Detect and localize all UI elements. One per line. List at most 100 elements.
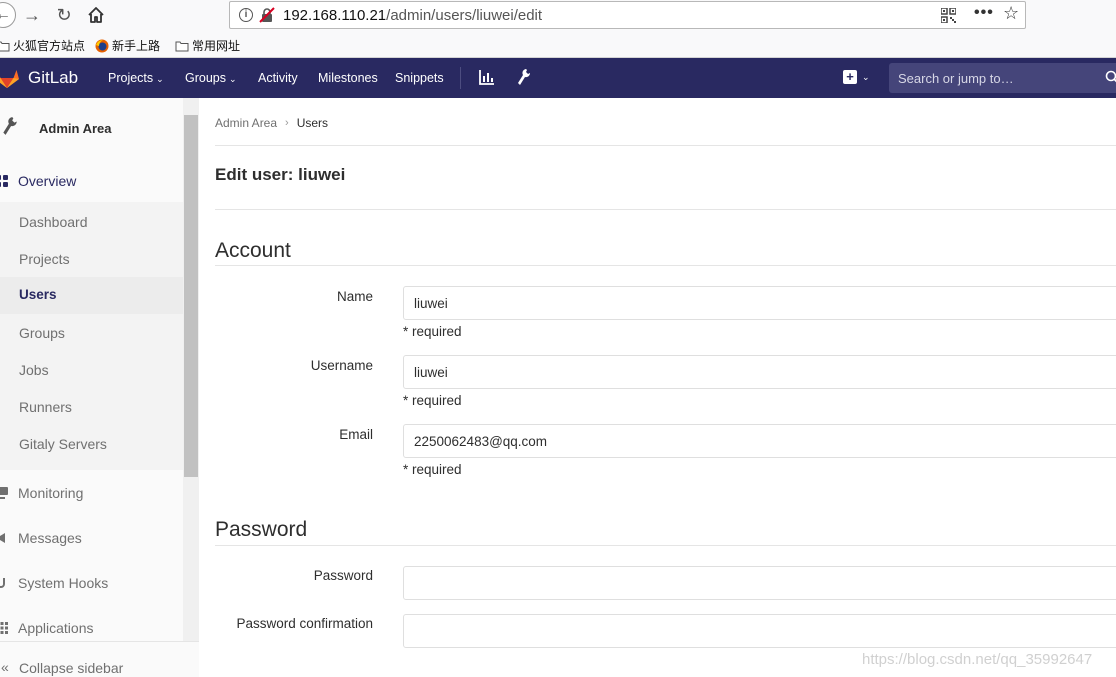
sidebar-item-projects[interactable]: Projects (0, 241, 183, 278)
bookmark-firefox-official[interactable]: 火狐官方站点 (0, 37, 85, 54)
required-hint: * required (403, 324, 462, 339)
required-hint: * required (403, 393, 462, 408)
chevron-down-icon[interactable]: ⌄ (862, 72, 870, 83)
sidebar-item-jobs[interactable]: Jobs (0, 352, 183, 389)
divider (215, 145, 1116, 146)
collapse-sidebar-button[interactable]: « Collapse sidebar (0, 641, 199, 677)
sidebar-item-overview[interactable]: Overview (0, 163, 183, 200)
chevron-down-icon: ⌄ (156, 74, 164, 84)
bookmark-label: 火狐官方站点 (13, 39, 86, 53)
breadcrumb-admin-area[interactable]: Admin Area (215, 116, 277, 130)
home-icon (88, 7, 104, 23)
sidebar-item-label: Users (19, 287, 57, 302)
firefox-icon (95, 39, 109, 52)
sidebar-item-label: Dashboard (19, 214, 88, 230)
double-chevron-left-icon: « (1, 659, 9, 675)
nav-divider (460, 67, 461, 89)
sidebar-scrollbar-thumb[interactable] (184, 115, 198, 477)
apps-grid-icon (0, 622, 8, 634)
sidebar-item-label: Overview (18, 173, 77, 189)
hook-icon (0, 578, 5, 588)
email-label: Email (339, 427, 373, 442)
folder-icon (175, 41, 189, 51)
chart-icon[interactable] (479, 69, 495, 85)
bookmark-common-sites[interactable]: 常用网址 (175, 37, 240, 54)
forward-button[interactable]: → (20, 4, 44, 26)
sidebar-item-dashboard[interactable]: Dashboard (0, 204, 183, 241)
divider (215, 209, 1116, 210)
grid-icon (0, 175, 8, 187)
bookmark-label: 新手上路 (112, 39, 161, 53)
password-field[interactable] (403, 566, 1116, 600)
password-confirmation-field[interactable] (403, 614, 1116, 648)
sidebar-item-users[interactable]: Users (0, 277, 183, 314)
gitlab-logo-icon[interactable] (0, 67, 20, 89)
nav-milestones[interactable]: Milestones (318, 71, 378, 85)
reload-button[interactable]: ↻ (52, 4, 76, 26)
chevron-down-icon: ⌄ (229, 74, 237, 84)
nav-groups-label: Groups (185, 71, 226, 85)
divider (215, 265, 1116, 266)
bookmark-star-icon[interactable]: ☆ (1003, 3, 1019, 24)
nav-groups[interactable]: Groups ⌄ (185, 71, 237, 85)
main-content: Admin Area › Users Edit user: liuwei Acc… (199, 98, 1116, 677)
sidebar-item-label: Groups (19, 325, 65, 341)
nav-projects[interactable]: Projects ⌄ (108, 71, 164, 85)
collapse-sidebar-label: Collapse sidebar (19, 660, 124, 676)
gitlab-brand[interactable]: GitLab (28, 68, 78, 88)
breadcrumb-separator: › (285, 117, 289, 129)
info-icon[interactable]: i (239, 8, 253, 22)
sidebar-item-label: Monitoring (18, 485, 84, 501)
username-field[interactable] (403, 355, 1116, 389)
wrench-icon[interactable] (517, 68, 531, 86)
wrench-icon (3, 117, 17, 135)
page-title: Edit user: liuwei (215, 165, 346, 184)
sidebar-item-label: System Hooks (18, 575, 109, 591)
sidebar-item-label: Messages (18, 530, 82, 546)
sidebar-title: Admin Area (39, 121, 112, 136)
nav-snippets[interactable]: Snippets (395, 71, 444, 85)
password-section-title: Password (215, 518, 308, 541)
name-field[interactable] (403, 286, 1116, 320)
qr-code-icon[interactable] (941, 8, 956, 23)
address-bar[interactable]: i 192.168.110.21/admin/users/liuwei/edit… (229, 1, 1026, 29)
browser-toolbar: ← → ↻ i 192.168.110.21/admin/users/liuwe… (0, 0, 1116, 32)
insecure-lock-icon[interactable] (259, 7, 275, 23)
nav-projects-label: Projects (108, 71, 154, 85)
password-label: Password (313, 568, 373, 583)
bookmark-getting-started[interactable]: 新手上路 (95, 37, 160, 54)
breadcrumb-users[interactable]: Users (297, 116, 328, 130)
page-actions-icon[interactable]: ••• (974, 4, 994, 22)
url-path: /admin/users/liuwei/edit (386, 7, 543, 24)
url-text[interactable]: 192.168.110.21/admin/users/liuwei/edit (283, 7, 542, 24)
sidebar-item-label: Runners (19, 399, 72, 415)
sidebar-item-runners[interactable]: Runners (0, 389, 183, 426)
username-label: Username (310, 358, 373, 373)
monitor-icon (0, 487, 8, 499)
sidebar-item-gitaly-servers[interactable]: Gitaly Servers (0, 426, 183, 463)
sidebar-item-groups[interactable]: Groups (0, 315, 183, 352)
sidebar-item-system-hooks[interactable]: System Hooks (0, 565, 183, 602)
folder-icon (0, 41, 10, 51)
sidebar-item-label: Projects (19, 251, 70, 267)
broadcast-icon (0, 533, 5, 543)
account-section-title: Account (215, 239, 291, 262)
divider (215, 545, 1116, 546)
email-field[interactable] (403, 424, 1116, 458)
sidebar-item-monitoring[interactable]: Monitoring (0, 475, 183, 512)
admin-sidebar: Admin Area Overview Dashboard Projects U… (0, 98, 199, 677)
sidebar-item-label: Applications (18, 620, 94, 636)
bookmark-label: 常用网址 (192, 39, 241, 53)
url-host: 192.168.110.21 (283, 7, 387, 24)
watermark: https://blog.csdn.net/qq_35992647 (862, 651, 1093, 668)
search-input[interactable]: Search or jump to… (889, 63, 1116, 93)
nav-activity[interactable]: Activity (258, 71, 298, 85)
new-item-plus-icon[interactable]: + (843, 70, 857, 84)
sidebar-header[interactable]: Admin Area (0, 98, 183, 158)
sidebar-item-label: Jobs (19, 362, 49, 378)
sidebar-item-messages[interactable]: Messages (0, 520, 183, 557)
home-button[interactable] (84, 4, 108, 26)
back-button[interactable]: ← (0, 2, 16, 28)
bookmarks-bar: 火狐官方站点 新手上路 常用网址 (0, 32, 1116, 58)
search-placeholder: Search or jump to… (898, 71, 1014, 86)
